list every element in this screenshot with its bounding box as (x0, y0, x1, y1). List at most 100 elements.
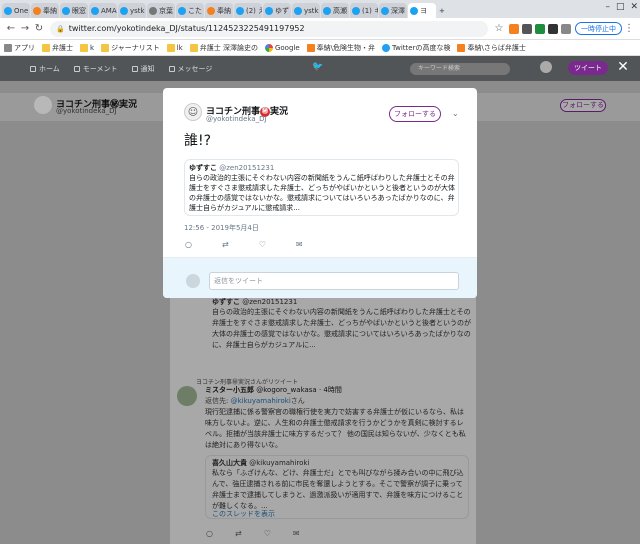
nav-home[interactable]: ホーム (30, 64, 60, 74)
user-avatar[interactable] (540, 61, 552, 73)
bookmark-item[interactable]: ジャーナリスト (101, 43, 160, 53)
modal-quote-name: ゆずすこ (189, 164, 217, 172)
browser-tab[interactable]: 眼窓 (60, 3, 88, 18)
reload-icon[interactable]: ↻ (32, 23, 46, 34)
browser-tab[interactable]: 高瀬 (321, 3, 349, 18)
bookmark-item[interactable]: 弁護士 (42, 43, 73, 53)
tab-favicon-icon (294, 6, 302, 15)
reply-icon[interactable]: ○ (185, 240, 192, 249)
folder-icon (189, 43, 198, 52)
browser-tab[interactable]: 京葉 (147, 3, 175, 18)
bookmarks-bar: アプリ 弁護士 k ジャーナリスト lk 弁護士 深澤論史の Google 奉納\危険生物・弁… (0, 40, 640, 56)
nav-messages[interactable]: メッセージ (168, 64, 212, 74)
modal-author-handle: @yokotindeka_DJ (206, 115, 267, 123)
browser-tab[interactable]: ystk (118, 3, 146, 18)
like-icon[interactable]: ♡ (259, 240, 266, 249)
extension-icon[interactable] (535, 23, 545, 34)
tweet-modal: ☺ ヨコチン刑事㊙実況 @yokotindeka_DJ フォローする ⌄ 誰!?… (163, 88, 477, 298)
extension-icon[interactable] (548, 23, 558, 34)
nav-notifications[interactable]: 通知 (131, 64, 155, 74)
menu-icon[interactable]: ⋮ (622, 23, 636, 34)
bookmark-favicon-icon (4, 43, 12, 52)
reply-icon[interactable]: ○ (206, 529, 213, 538)
tab-label: One (14, 6, 29, 15)
quoted-tweet-name: 喜久山大貴 (212, 459, 247, 467)
nav-moments[interactable]: モーメント (73, 64, 118, 74)
browser-tab[interactable]: AMA (89, 3, 117, 18)
browser-tab[interactable]: ヨ (408, 3, 436, 18)
extension-icon[interactable] (561, 23, 571, 34)
profile-avatar[interactable] (34, 96, 52, 114)
timeline-quote-author: ゆずすこ @zen20151231 (212, 297, 297, 307)
bookmark-item[interactable]: lk (166, 43, 183, 52)
profile-follow-button[interactable]: フォローする (560, 99, 606, 112)
tab-label: ヨ (420, 6, 427, 15)
bookmark-label: 奉納\さらば弁護士 (467, 43, 526, 52)
bookmark-item[interactable]: Twitterの高度な検 (382, 43, 450, 53)
close-icon[interactable]: ✕ (617, 60, 629, 74)
modal-timestamp[interactable]: 12:56 - 2019年5月4日 (184, 223, 259, 233)
bookmark-item[interactable]: 奉納\さらば弁護士 (457, 43, 526, 53)
browser-tab[interactable]: こた (176, 3, 204, 18)
url-input[interactable]: 🔒 twitter.com/yokotindeka_DJ/status/1124… (50, 20, 488, 37)
extension-icon[interactable] (522, 23, 532, 34)
bookmark-star-icon[interactable]: ☆ (492, 23, 506, 34)
browser-tab[interactable]: One (2, 3, 30, 18)
twitter-search-input[interactable]: キーワード検索 (410, 63, 510, 75)
twitter-bird-icon[interactable]: 🐦 (312, 63, 323, 72)
like-icon[interactable]: ♡ (264, 529, 271, 538)
tweet-avatar[interactable] (177, 386, 197, 406)
bookmark-label: 弁護士 (52, 43, 73, 52)
new-tab-button[interactable]: + (437, 3, 451, 18)
bookmark-item[interactable]: k (80, 43, 94, 52)
extension-icon[interactable] (509, 23, 519, 34)
browser-tab[interactable]: (1) キ (350, 3, 378, 18)
minimize-icon[interactable]: – (605, 2, 610, 12)
reply-to-link[interactable]: @kikuyamahiroki (231, 397, 291, 405)
tweet-author-handle: @kogoro_wakasa (256, 386, 317, 394)
tab-favicon-icon (178, 6, 186, 15)
bookmark-label: 弁護士 深澤論史の (199, 43, 258, 52)
dm-icon[interactable]: ✉ (296, 240, 303, 249)
bookmark-item[interactable]: 弁護士 深澤論史の (189, 43, 258, 53)
modal-author-suffix: 実況 (270, 107, 289, 117)
modal-follow-button[interactable]: フォローする (389, 106, 441, 122)
forward-icon[interactable]: → (18, 23, 32, 34)
retweet-icon[interactable]: ⇄ (222, 240, 229, 249)
bookmark-label: ジャーナリスト (111, 43, 160, 52)
maximize-icon[interactable]: □ (616, 2, 625, 12)
modal-author-avatar[interactable]: ☺ (184, 103, 202, 121)
tab-label: 高瀬 (333, 6, 347, 15)
browser-tab[interactable]: ystk (292, 3, 320, 18)
tweet-author[interactable]: ミスター小五郎 @kogoro_wakasa · 4時間 (205, 385, 342, 395)
browser-tab[interactable]: ゆず (263, 3, 291, 18)
tweet-time: 4時間 (323, 386, 342, 394)
back-icon[interactable]: ← (4, 23, 18, 34)
bookmark-item[interactable]: Google (264, 43, 300, 52)
sync-paused-button[interactable]: 一時停止中 (575, 22, 622, 35)
browser-tab[interactable]: 奉納 (205, 3, 233, 18)
tab-favicon-icon (265, 6, 273, 15)
tab-favicon-icon (207, 6, 215, 15)
compose-tweet-button[interactable]: ツイート (568, 61, 608, 75)
modal-tweet-actions: ○ ⇄ ♡ ✉ (185, 240, 303, 249)
dm-icon[interactable]: ✉ (293, 529, 300, 538)
browser-tab[interactable]: 深澤 (379, 3, 407, 18)
tab-favicon-icon (149, 6, 157, 15)
retweet-icon[interactable]: ⇄ (235, 529, 242, 538)
browser-tab[interactable]: 奉納 (31, 3, 59, 18)
tab-label: (2) え (246, 6, 262, 15)
close-window-icon[interactable]: ✕ (630, 2, 638, 12)
show-thread-link[interactable]: このスレッドを表示 (212, 509, 275, 519)
bookmark-item[interactable]: 奉納\危険生物・弁 (306, 43, 375, 53)
reply-to-line: 返信先: @kikuyamahirokiさん (205, 396, 305, 406)
chevron-down-icon[interactable]: ⌄ (452, 109, 459, 118)
bookmark-label: Twitterの高度な検 (392, 43, 451, 52)
tab-label: こた (188, 6, 202, 15)
reply-input[interactable]: 返信をツイート (209, 272, 459, 290)
tab-label: ystk (130, 6, 145, 15)
tab-label: ystk (304, 6, 319, 15)
modal-tweet-text: 誰!? (184, 133, 212, 149)
bookmark-item[interactable]: アプリ (4, 43, 35, 53)
browser-tab[interactable]: (2) え (234, 3, 262, 18)
